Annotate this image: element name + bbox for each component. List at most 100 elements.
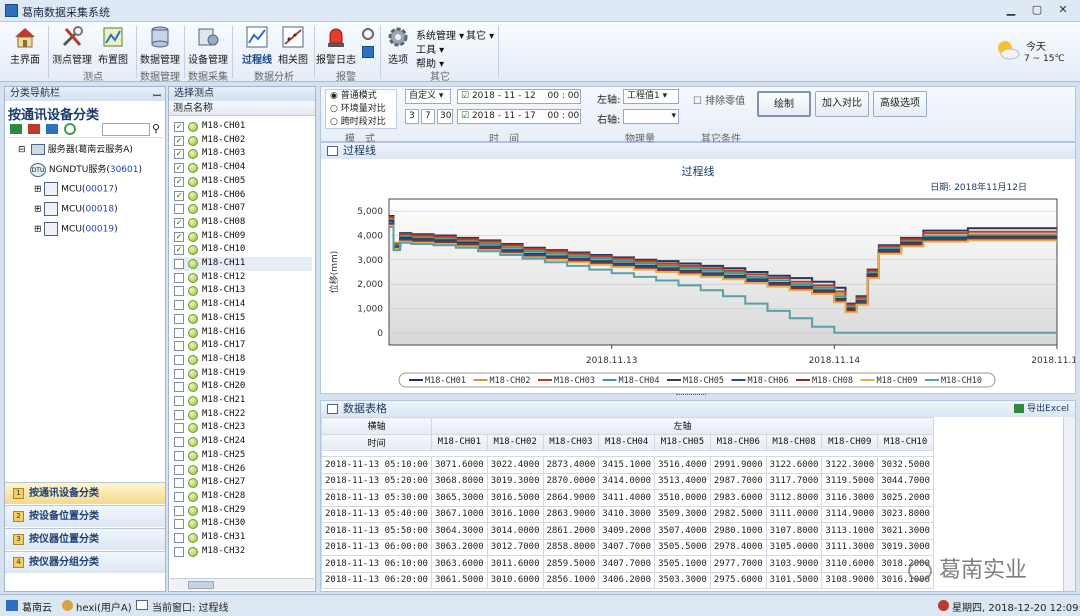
point-list-item[interactable]: M18-CH31: [172, 531, 312, 545]
nav-tab-comm-device[interactable]: 1 按通讯设备分类: [5, 482, 165, 504]
point-list-item[interactable]: M18-CH22: [172, 408, 312, 422]
table-col-header[interactable]: M18-CH02: [486, 433, 544, 451]
point-checkbox[interactable]: ✓: [174, 122, 184, 132]
point-list-item[interactable]: M18-CH07: [172, 202, 312, 216]
table-col-header[interactable]: M18-CH08: [765, 433, 823, 451]
settings-small-icon[interactable]: [362, 28, 374, 40]
point-checkbox[interactable]: ✓: [174, 163, 184, 174]
point-checkbox[interactable]: [174, 450, 184, 461]
alarm-log-button[interactable]: 报警日志: [316, 25, 356, 67]
table-col-header[interactable]: M18-CH05: [654, 433, 711, 451]
maximize-button[interactable]: ▢: [1026, 3, 1048, 19]
table-col-header[interactable]: M18-CH03: [542, 433, 600, 451]
point-checkbox[interactable]: [174, 368, 184, 379]
tree-mcu-node[interactable]: ⊞ MCU(00017): [34, 182, 118, 196]
point-list-item[interactable]: M18-CH28: [172, 490, 312, 504]
point-checkbox[interactable]: [174, 396, 184, 406]
menu-tools[interactable]: 工具 ▾: [416, 41, 444, 56]
advanced-options-button[interactable]: 高级选项: [873, 91, 927, 117]
nav-search-input[interactable]: [102, 123, 150, 136]
tree-mcu-node[interactable]: ⊞ MCU(00018): [34, 202, 118, 216]
quick-range-7[interactable]: 7: [421, 109, 435, 124]
point-checkbox[interactable]: [174, 505, 184, 516]
point-checkbox[interactable]: [174, 464, 184, 475]
point-list-item[interactable]: ✓ M18-CH05: [172, 175, 312, 189]
point-list-item[interactable]: ✓ M18-CH10: [172, 243, 312, 257]
point-checkbox[interactable]: [174, 437, 184, 448]
close-button[interactable]: ✕: [1052, 3, 1074, 19]
point-list-item[interactable]: ✓ M18-CH09: [172, 230, 312, 244]
point-checkbox[interactable]: [174, 382, 184, 393]
exclude-zero-checkbox[interactable]: ☐ 排除零值: [693, 92, 745, 107]
point-checkbox[interactable]: ✓: [174, 135, 184, 146]
point-list-item[interactable]: M18-CH30: [172, 517, 312, 531]
point-checkbox[interactable]: [174, 491, 184, 502]
table-row[interactable]: 2018-11-13 05:20:00 3068.8000 3019.3000 287…: [321, 472, 934, 490]
layout-map-button[interactable]: 布置图: [92, 25, 134, 67]
point-checkbox[interactable]: ✓: [174, 190, 184, 201]
point-list-item[interactable]: M18-CH19: [172, 367, 312, 381]
table-row[interactable]: 2018-11-13 06:00:00 3063.2000 3012.7000 285…: [321, 538, 934, 556]
point-list-item[interactable]: ✓ M18-CH02: [172, 134, 312, 148]
tree-service-node[interactable]: DTU NGNDTU服务(30601): [30, 162, 142, 177]
refresh-icon[interactable]: [64, 123, 76, 135]
point-list-item[interactable]: M18-CH27: [172, 476, 312, 490]
point-list-item[interactable]: M18-CH32: [172, 545, 312, 559]
point-checkbox[interactable]: [174, 204, 184, 215]
point-list-item[interactable]: M18-CH25: [172, 449, 312, 463]
table-row[interactable]: 2018-11-13 05:30:00 3065.3000 3016.5000 286…: [321, 489, 934, 507]
table-scrollbar[interactable]: [1063, 417, 1075, 591]
pin-icon[interactable]: ꟷ: [153, 88, 161, 102]
point-list-item[interactable]: ✓ M18-CH06: [172, 189, 312, 203]
nav-tab-instrument-location[interactable]: 3 按仪器位置分类: [5, 528, 165, 550]
table-col-header[interactable]: M18-CH09: [821, 433, 879, 451]
point-list-item[interactable]: ✓ M18-CH04: [172, 161, 312, 175]
table-row[interactable]: 2018-11-13 05:40:00 3067.1000 3016.1000 286…: [321, 505, 934, 523]
point-checkbox[interactable]: ✓: [174, 231, 184, 242]
point-list-item[interactable]: M18-CH21: [172, 394, 312, 408]
table-row[interactable]: 2018-11-13 06:20:00 3061.5000 3010.6000 285…: [321, 571, 934, 589]
device-management-button[interactable]: 设备管理: [186, 25, 230, 67]
point-checkbox[interactable]: [174, 478, 184, 489]
point-checkbox[interactable]: [174, 409, 184, 420]
point-list-item[interactable]: ✓ M18-CH03: [172, 147, 312, 161]
nav-tab-instrument-group[interactable]: 4 按仪器分组分类: [5, 551, 165, 573]
point-list-item[interactable]: M18-CH11: [172, 257, 312, 271]
minimize-button[interactable]: ▁: [1000, 3, 1022, 19]
start-date-field[interactable]: ☑ 2018 - 11 - 12 00 : 00: [457, 89, 581, 104]
quick-range-3[interactable]: 3: [405, 109, 419, 124]
point-list-item[interactable]: M18-CH24: [172, 435, 312, 449]
point-list-item[interactable]: M18-CH17: [172, 339, 312, 353]
quick-range-30[interactable]: 30: [437, 109, 453, 124]
point-checkbox[interactable]: [174, 519, 184, 530]
point-checkbox[interactable]: [174, 354, 184, 365]
table-row[interactable]: 2018-11-13 06:10:00 3063.6000 3011.6000 285…: [321, 555, 934, 573]
data-management-button[interactable]: 数据管理: [138, 25, 182, 67]
range-type-select[interactable]: 自定义 ▾: [405, 89, 451, 104]
point-list-item[interactable]: M18-CH18: [172, 353, 312, 367]
point-checkbox[interactable]: [174, 423, 184, 434]
table-row[interactable]: 2018-11-13 05:10:00 3071.6000 3022.4000 287…: [321, 456, 934, 474]
point-list-item[interactable]: M18-CH29: [172, 504, 312, 518]
point-checkbox[interactable]: [174, 327, 184, 338]
collapse-all-icon[interactable]: [28, 124, 40, 134]
menu-other[interactable]: 其它 ▾: [466, 27, 494, 42]
nav-tab-device-location[interactable]: 2 按设备位置分类: [5, 505, 165, 527]
radio-normal-mode[interactable]: ◉ 普通模式: [326, 90, 396, 103]
point-checkbox[interactable]: [174, 259, 184, 269]
point-list-item[interactable]: M18-CH26: [172, 463, 312, 477]
point-checkbox[interactable]: [174, 533, 184, 543]
point-checkbox[interactable]: [174, 341, 184, 352]
window-small-icon[interactable]: [362, 46, 374, 58]
radio-env-compare[interactable]: ○ 环境量对比: [326, 103, 396, 116]
point-list-item[interactable]: M18-CH15: [172, 312, 312, 326]
point-checkbox[interactable]: [174, 272, 184, 283]
tree-mcu-node[interactable]: ⊞ MCU(00019): [34, 222, 118, 236]
point-checkbox[interactable]: [174, 546, 184, 557]
table-col-header[interactable]: M18-CH01: [430, 433, 488, 451]
right-axis-select[interactable]: ▾: [623, 109, 679, 124]
expand-all-icon[interactable]: [10, 124, 22, 134]
export-excel-button[interactable]: 导出Excel: [1014, 401, 1069, 417]
point-list-item[interactable]: ✓ M18-CH08: [172, 216, 312, 230]
point-list-item[interactable]: M18-CH16: [172, 326, 312, 340]
